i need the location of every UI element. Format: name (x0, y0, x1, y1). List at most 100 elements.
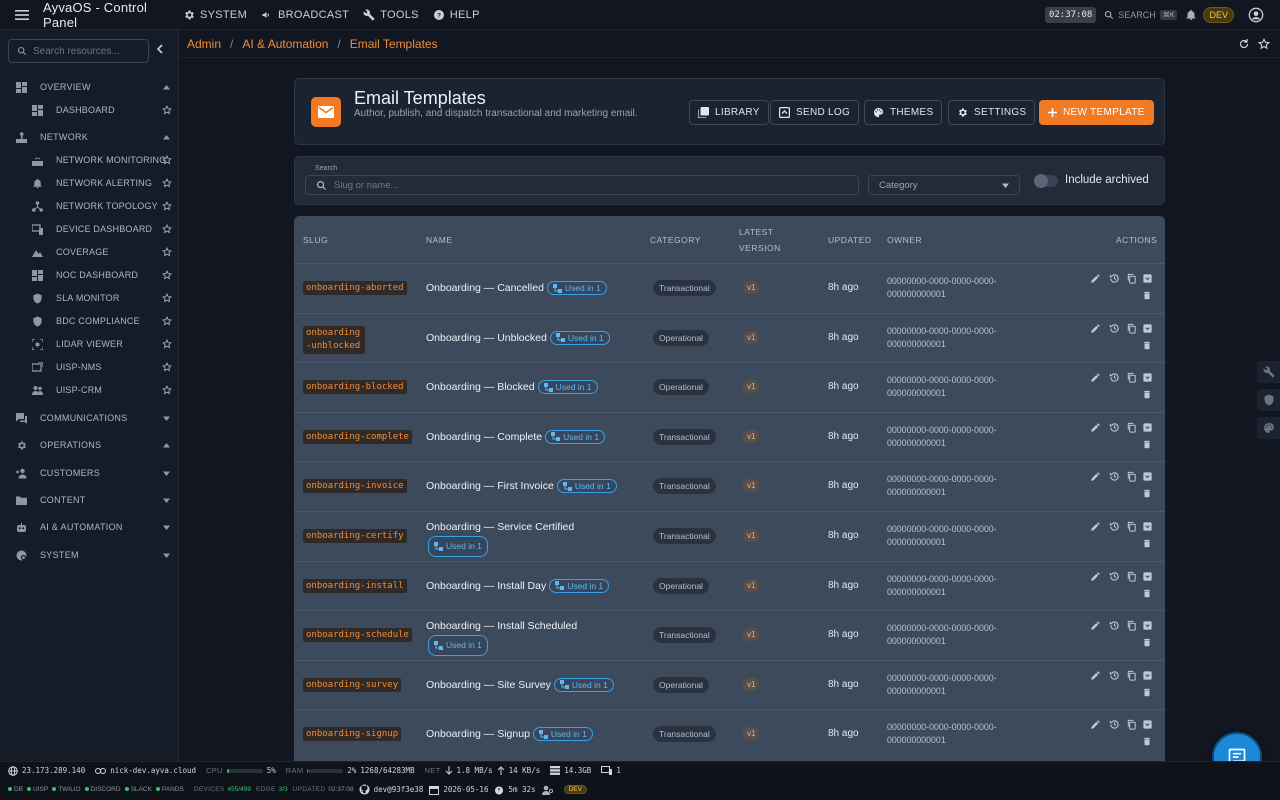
template-slug[interactable]: onboarding-signup (303, 727, 402, 742)
used-in-badge[interactable]: Used in 1 (553, 677, 614, 692)
star-icon[interactable] (162, 316, 172, 326)
sidebar-item-sla-monitor[interactable]: SLA MONITOR (0, 287, 179, 309)
column-header-name[interactable]: NAME (426, 216, 453, 263)
archive-button[interactable] (1142, 422, 1153, 433)
template-slug[interactable]: onboarding-complete (303, 429, 412, 444)
edit-button[interactable] (1090, 471, 1101, 482)
breadcrumb-ai-automation[interactable]: AI & Automation (242, 37, 328, 51)
archive-button[interactable] (1142, 471, 1153, 482)
used-in-badge[interactable]: Used in 1 (546, 281, 607, 295)
themes-button[interactable]: THEMES (864, 100, 943, 125)
template-slug[interactable]: onboarding-survey (303, 677, 402, 692)
delete-button[interactable] (1142, 588, 1152, 599)
edge-tools-button[interactable] (1257, 361, 1280, 383)
table-row[interactable]: onboarding-complete Onboarding — Complete… (294, 411, 1165, 462)
edit-button[interactable] (1090, 273, 1101, 284)
edit-button[interactable] (1090, 620, 1101, 631)
used-in-badge[interactable]: Used in 1 (556, 479, 617, 494)
archive-button[interactable] (1142, 273, 1153, 284)
table-row[interactable]: onboarding-blocked Onboarding — Blocked Us… (294, 362, 1165, 412)
sidebar-item-coverage[interactable]: COVERAGE (0, 241, 179, 263)
template-name[interactable]: Onboarding — Site Survey Used in 1 (426, 677, 614, 692)
duplicate-button[interactable] (1126, 471, 1137, 482)
column-header-updated[interactable]: UPDATED (828, 216, 872, 263)
topnav-tools[interactable]: TOOLS (363, 9, 419, 21)
template-slug[interactable]: onboarding-aborted (303, 281, 407, 295)
sidebar-search[interactable] (8, 39, 149, 63)
star-icon[interactable] (162, 385, 172, 395)
template-search-input[interactable] (334, 179, 834, 191)
template-name[interactable]: Onboarding — Cancelled Used in 1 (426, 281, 607, 295)
history-button[interactable] (1109, 719, 1120, 730)
nav-section-network[interactable]: NETWORK (0, 126, 179, 148)
status-commit[interactable]: dev@93f3e38 (359, 784, 423, 795)
table-row[interactable]: onboarding-signup Onboarding — Signup Used… (294, 709, 1165, 759)
nav-section-communications[interactable]: COMMUNICATIONS (0, 407, 179, 429)
star-icon[interactable] (162, 362, 172, 372)
duplicate-button[interactable] (1126, 670, 1137, 681)
history-button[interactable] (1109, 471, 1120, 482)
duplicate-button[interactable] (1126, 372, 1137, 383)
template-slug[interactable]: onboarding-schedule (303, 628, 412, 643)
duplicate-button[interactable] (1126, 323, 1137, 334)
archive-button[interactable] (1142, 372, 1153, 383)
table-row[interactable]: onboarding-install Onboarding — Install D… (294, 560, 1165, 611)
delete-button[interactable] (1142, 538, 1152, 549)
template-slug[interactable]: onboarding-certify (303, 529, 407, 543)
library-button[interactable]: LIBRARY (689, 100, 769, 125)
template-slug[interactable]: onboarding-install (303, 578, 407, 593)
sidebar-item-network-monitoring[interactable]: NETWORK MONITORING (0, 149, 179, 171)
star-icon[interactable] (162, 339, 172, 349)
used-in-badge[interactable]: Used in 1 (532, 727, 593, 742)
star-icon[interactable] (162, 105, 172, 115)
template-name[interactable]: Onboarding — Install Day Used in 1 (426, 578, 610, 593)
history-button[interactable] (1109, 571, 1120, 582)
archive-button[interactable] (1142, 670, 1153, 681)
column-header-slug[interactable]: SLUG (303, 216, 328, 263)
star-icon[interactable] (162, 155, 172, 165)
delete-button[interactable] (1142, 439, 1152, 450)
edit-button[interactable] (1090, 719, 1101, 730)
star-icon[interactable] (162, 178, 172, 188)
used-in-badge[interactable]: Used in 1 (545, 429, 606, 444)
table-row[interactable]: onboarding-certify Onboarding — Service C… (294, 511, 1165, 561)
nav-section-customers[interactable]: CUSTOMERS (0, 462, 179, 484)
category-select[interactable]: Category (868, 175, 1020, 195)
duplicate-button[interactable] (1126, 620, 1137, 631)
table-row[interactable]: onboarding-schedule Onboarding — Install … (294, 610, 1165, 660)
delete-button[interactable] (1142, 637, 1152, 648)
nav-section-overview[interactable]: OVERVIEW (0, 76, 179, 98)
table-row[interactable]: onboarding-unblocked Onboarding — Unblock… (294, 312, 1165, 363)
star-icon[interactable] (1258, 38, 1270, 50)
delete-button[interactable] (1142, 687, 1152, 698)
star-icon[interactable] (162, 201, 172, 211)
edit-button[interactable] (1090, 323, 1101, 334)
duplicate-button[interactable] (1126, 521, 1137, 532)
duplicate-button[interactable] (1126, 719, 1137, 730)
table-row[interactable]: onboarding-invoice Onboarding — First Inv… (294, 461, 1165, 511)
history-button[interactable] (1109, 273, 1120, 284)
topnav-help[interactable]: ? HELP (433, 9, 480, 21)
star-icon[interactable] (162, 247, 172, 257)
sidebar-item-uisp-nms[interactable]: UISP-NMS (0, 356, 179, 378)
template-name[interactable]: Onboarding — First Invoice Used in 1 (426, 479, 617, 494)
used-in-badge[interactable]: Used in 1 (537, 380, 598, 395)
sidebar-item-bdc-compliance[interactable]: BDC COMPLIANCE (0, 310, 179, 332)
delete-button[interactable] (1142, 736, 1152, 747)
include-archived-toggle[interactable] (1034, 174, 1058, 188)
history-button[interactable] (1109, 372, 1120, 383)
sidebar-search-input[interactable] (33, 45, 143, 57)
edit-button[interactable] (1090, 670, 1101, 681)
archive-button[interactable] (1142, 323, 1153, 334)
duplicate-button[interactable] (1126, 571, 1137, 582)
breadcrumb-email-templates[interactable]: Email Templates (350, 37, 438, 51)
account-icon[interactable] (1248, 7, 1264, 23)
template-name[interactable]: Onboarding — Complete Used in 1 (426, 429, 606, 444)
edge-security-button[interactable] (1257, 389, 1280, 411)
history-button[interactable] (1109, 620, 1120, 631)
delete-button[interactable] (1142, 389, 1152, 400)
history-button[interactable] (1109, 521, 1120, 532)
sidebar-item-noc-dashboard[interactable]: NOC DASHBOARD (0, 264, 179, 286)
history-button[interactable] (1109, 670, 1120, 681)
edge-theme-button[interactable] (1257, 417, 1280, 439)
